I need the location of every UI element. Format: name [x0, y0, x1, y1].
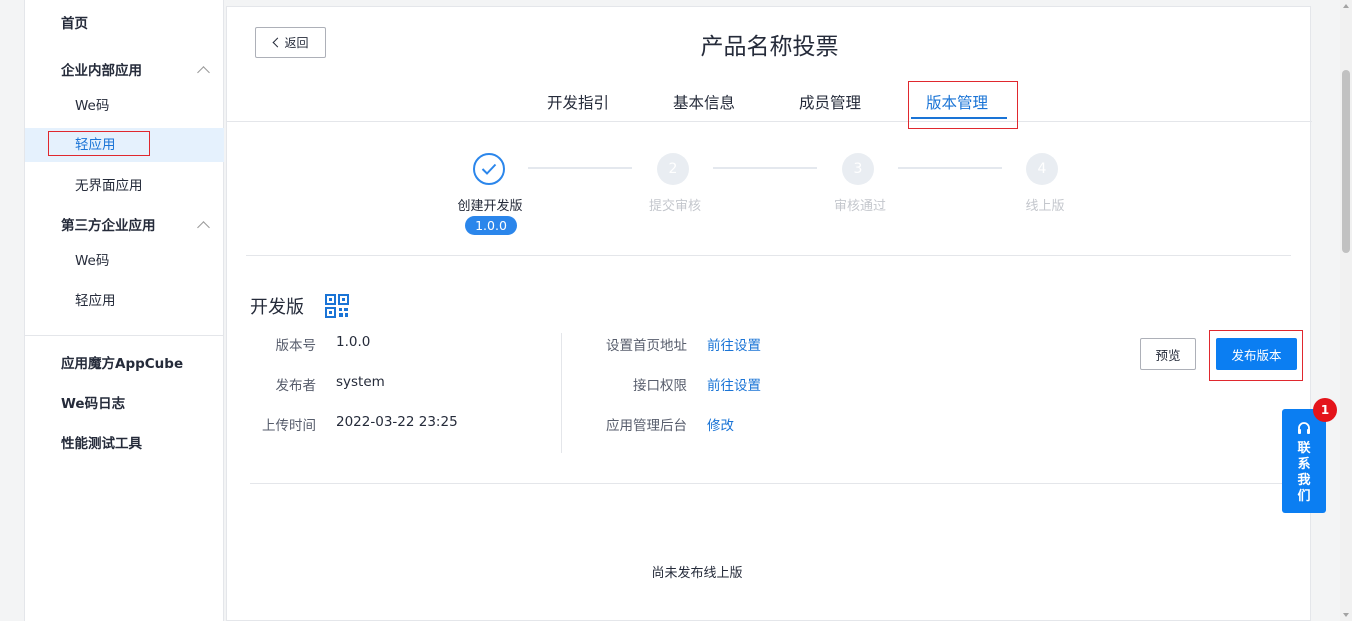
step-4-number: 4	[1026, 153, 1058, 185]
sidebar-item-we-code[interactable]: We码	[25, 89, 224, 123]
tab-dev-guide[interactable]: 开发指引	[547, 91, 609, 113]
contact-char: 联	[1297, 441, 1311, 456]
api-permission-label: 接口权限	[633, 378, 687, 394]
sidebar-group-internal[interactable]: 企业内部应用	[25, 54, 224, 88]
step-label-create: 创建开发版	[457, 199, 523, 214]
contact-us-button[interactable]: 联 系 我 们	[1282, 409, 1326, 513]
check-icon	[473, 153, 505, 185]
step-3-number: 3	[842, 153, 874, 185]
publisher-value: system	[336, 374, 385, 390]
headset-icon	[1298, 422, 1310, 434]
sidebar-item-headless-app[interactable]: 无界面应用	[25, 169, 224, 203]
step-label-online: 线上版	[1025, 199, 1065, 214]
contact-char: 我	[1297, 473, 1311, 488]
sidebar-group-label: 企业内部应用	[61, 63, 142, 79]
chevron-up-icon	[197, 221, 210, 234]
online-empty-text: 尚未发布线上版	[651, 566, 743, 581]
highlight-box-tab	[908, 81, 1018, 129]
contact-us-label: 联 系 我 们	[1282, 441, 1326, 505]
admin-console-link[interactable]: 修改	[707, 414, 734, 434]
tabs-divider	[227, 121, 1312, 122]
sidebar-item-appcube[interactable]: 应用魔方AppCube	[25, 347, 224, 381]
scroll-thumb[interactable]	[1342, 70, 1350, 253]
sidebar-item-third-we-code[interactable]: We码	[25, 244, 224, 278]
page-title: 产品名称投票	[700, 34, 839, 60]
sidebar: 首页 企业内部应用 We码 轻应用 无界面应用 第三方企业应用 We码 轻应用 …	[24, 0, 224, 621]
step-label-submit: 提交审核	[648, 199, 701, 214]
scroll-up-icon[interactable]	[1343, 4, 1349, 8]
tab-basic-info[interactable]: 基本信息	[673, 91, 735, 113]
preview-button[interactable]: 预览	[1140, 338, 1196, 370]
home-url-link[interactable]: 前往设置	[707, 334, 761, 354]
sidebar-item-we-log[interactable]: We码日志	[25, 387, 224, 421]
contact-char: 们	[1297, 489, 1311, 504]
version-badge: 1.0.0	[465, 216, 517, 235]
main-panel: 返回 产品名称投票 开发指引 基本信息 成员管理 版本管理 2 3 4 创建开发…	[226, 6, 1312, 621]
step-connector	[713, 167, 817, 169]
section-divider	[250, 483, 1288, 484]
version-label: 版本号	[275, 338, 317, 354]
sidebar-item-third-light-app[interactable]: 轻应用	[25, 284, 224, 318]
sidebar-group-label: 第三方企业应用	[61, 218, 156, 234]
step-connector	[898, 167, 1002, 169]
section-title-dev: 开发版	[250, 297, 304, 318]
sidebar-item-perf-tool[interactable]: 性能测试工具	[25, 427, 224, 461]
admin-console-label: 应用管理后台	[606, 418, 687, 434]
info-divider	[561, 333, 562, 453]
sidebar-group-third-party[interactable]: 第三方企业应用	[25, 209, 224, 243]
step-connector	[528, 167, 632, 169]
highlight-box-sidebar	[48, 131, 150, 156]
home-url-label: 设置首页地址	[606, 338, 687, 354]
page-scrollbar[interactable]	[1340, 0, 1352, 621]
tab-members[interactable]: 成员管理	[799, 91, 861, 113]
upload-time-label: 上传时间	[262, 418, 316, 434]
step-2-number: 2	[657, 153, 689, 185]
chevron-up-icon	[197, 66, 210, 79]
api-permission-link[interactable]: 前往设置	[707, 374, 761, 394]
highlight-box-publish	[1209, 330, 1303, 381]
sidebar-item-home[interactable]: 首页	[25, 7, 224, 41]
version-value: 1.0.0	[336, 334, 371, 350]
publisher-label: 发布者	[275, 378, 317, 394]
scroll-down-icon[interactable]	[1343, 613, 1349, 617]
contact-char: 系	[1297, 457, 1311, 472]
sidebar-divider	[25, 335, 224, 336]
qrcode-icon[interactable]	[325, 294, 349, 318]
notification-badge: 1	[1313, 398, 1337, 422]
step-label-approved: 审核通过	[833, 199, 886, 214]
upload-time-value: 2022-03-22 23:25	[336, 414, 458, 430]
steps-divider	[246, 255, 1291, 256]
